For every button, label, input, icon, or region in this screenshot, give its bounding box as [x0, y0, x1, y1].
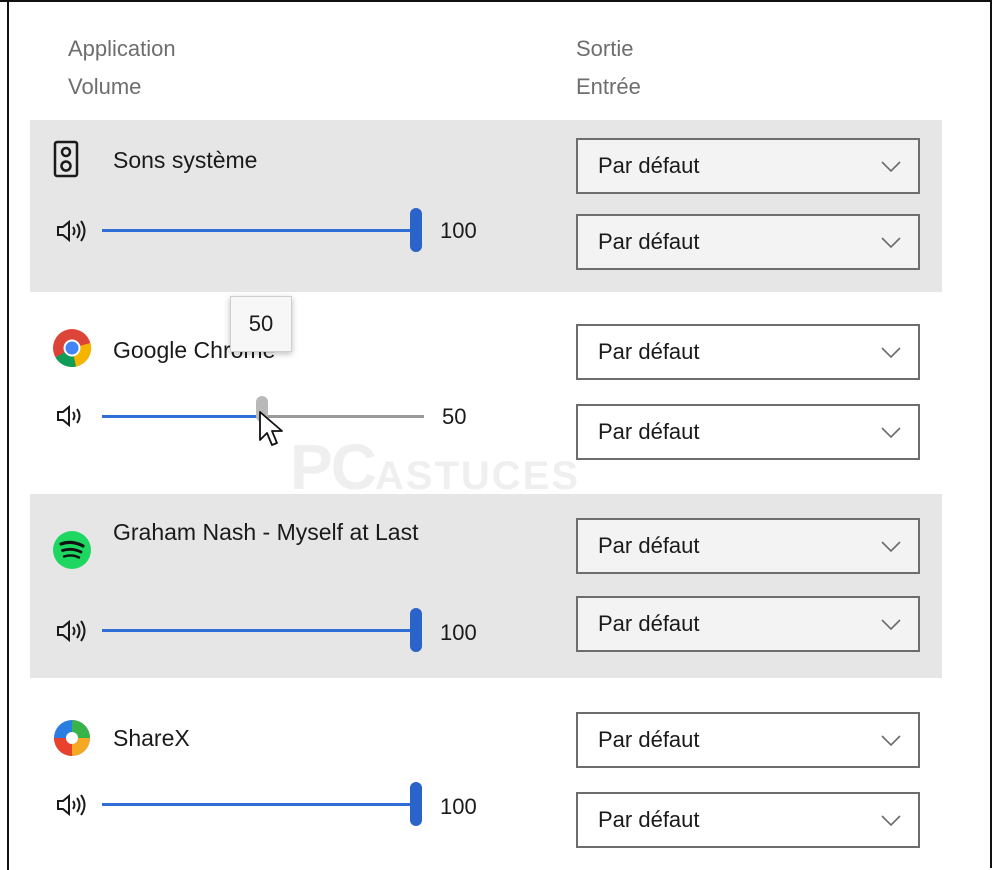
chrome-icon [53, 329, 92, 368]
app-row-sharex: ShareX 100 Par défaut Par défaut [30, 688, 942, 870]
header-volume-label: Volume [68, 74, 142, 99]
volume-slider-track[interactable] [102, 803, 416, 806]
chevron-down-icon [881, 735, 901, 747]
dropdown-value: Par défaut [598, 727, 700, 752]
input-device-dropdown[interactable]: Par défaut [576, 404, 920, 460]
volume-tooltip: 50 [230, 296, 292, 352]
input-device-dropdown[interactable]: Par défaut [576, 792, 920, 848]
dropdown-value: Par défaut [598, 611, 700, 636]
output-device-dropdown[interactable]: Par défaut [576, 712, 920, 768]
volume-value: 100 [440, 218, 477, 243]
input-device-dropdown[interactable]: Par défaut [576, 596, 920, 652]
volume-slider-track[interactable] [102, 629, 416, 632]
chevron-down-icon [881, 427, 901, 439]
chevron-down-icon [881, 619, 901, 631]
input-device-dropdown[interactable]: Par défaut [576, 214, 920, 270]
volume-slider-fill [102, 415, 263, 418]
column-header-application: Application Volume [68, 30, 176, 106]
dropdown-value: Par défaut [598, 807, 700, 832]
app-row-system-sounds: Sons système 100 Par défaut Par défaut [30, 120, 942, 292]
app-name: ShareX [113, 725, 190, 751]
chevron-down-icon [881, 237, 901, 249]
dropdown-value: Par défaut [598, 229, 700, 254]
chevron-down-icon [881, 161, 901, 173]
spotify-icon [53, 531, 91, 569]
volume-slider-fill [102, 629, 416, 632]
dropdown-value: Par défaut [598, 533, 700, 558]
header-output-label: Sortie [576, 36, 634, 61]
header-application-label: Application [68, 36, 176, 61]
volume-slider-thumb[interactable] [410, 208, 422, 252]
chevron-down-icon [881, 347, 901, 359]
volume-speaker-icon[interactable] [54, 218, 98, 244]
app-name: Graham Nash - Myself at Last [113, 519, 419, 545]
output-device-dropdown[interactable]: Par défaut [576, 518, 920, 574]
output-device-dropdown[interactable]: Par défaut [576, 138, 920, 194]
volume-slider-fill [102, 229, 416, 232]
chevron-down-icon [881, 541, 901, 553]
app-name: Sons système [113, 147, 258, 173]
volume-slider-thumb[interactable] [410, 782, 422, 826]
volume-speaker-icon[interactable] [54, 618, 98, 644]
header-input-label: Entrée [576, 74, 641, 99]
column-header-device: Sortie Entrée [576, 30, 641, 106]
app-row-spotify: Graham Nash - Myself at Last 100 Par déf… [30, 494, 942, 678]
dropdown-value: Par défaut [598, 153, 700, 178]
volume-slider-track[interactable] [102, 229, 416, 232]
output-device-dropdown[interactable]: Par défaut [576, 324, 920, 380]
volume-speaker-icon[interactable] [54, 403, 94, 429]
chevron-down-icon [881, 815, 901, 827]
volume-value: 100 [440, 794, 477, 819]
app-row-chrome: Google Chrome 50 Par défaut Par défaut [30, 298, 942, 484]
speaker-device-icon [53, 140, 79, 178]
window-left-edge [7, 0, 9, 870]
volume-slider-fill [102, 803, 416, 806]
dropdown-value: Par défaut [598, 339, 700, 364]
volume-slider-thumb[interactable] [410, 608, 422, 652]
sharex-icon [54, 720, 90, 756]
mouse-cursor-icon [259, 411, 283, 446]
dropdown-value: Par défaut [598, 419, 700, 444]
volume-value: 100 [440, 620, 477, 645]
volume-value: 50 [442, 404, 467, 429]
volume-speaker-icon[interactable] [54, 792, 98, 818]
